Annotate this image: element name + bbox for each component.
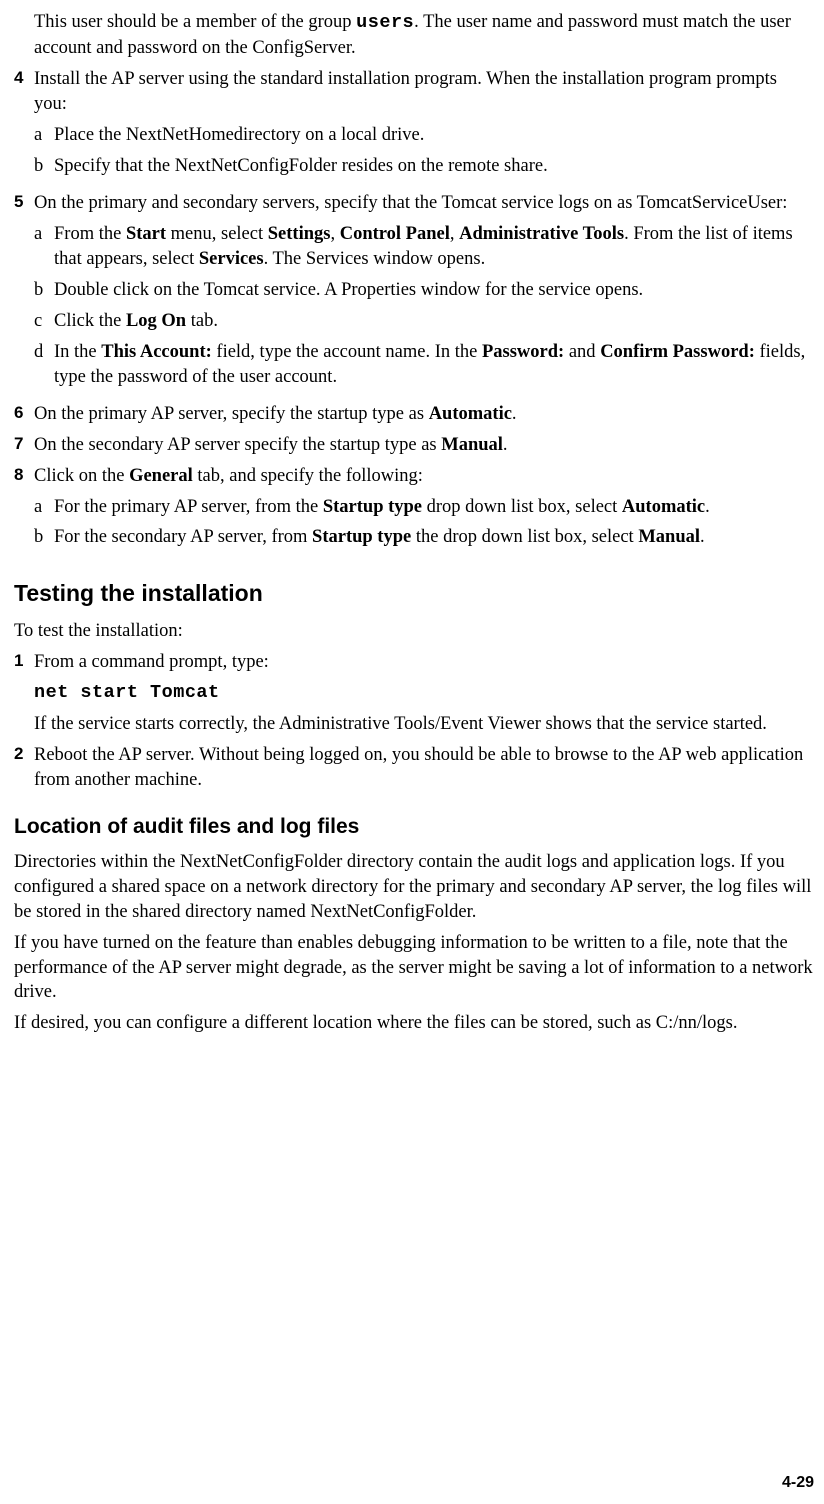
text: Place the NextNetHomedirectory on a loca… xyxy=(54,123,814,148)
marker: d xyxy=(34,340,54,390)
step-intro: Install the AP server using the standard… xyxy=(34,69,777,114)
marker: b xyxy=(34,525,54,550)
step-number: 2 xyxy=(14,743,34,793)
main-steps: 4 Install the AP server using the standa… xyxy=(14,67,814,557)
location-para-3: If desired, you can configure a differen… xyxy=(14,1011,814,1036)
sub-steps: a Place the NextNetHomedirectory on a lo… xyxy=(34,123,814,179)
marker: c xyxy=(34,309,54,334)
text: In the This Account: field, type the acc… xyxy=(54,340,814,390)
sub-step-b: b Double click on the Tomcat service. A … xyxy=(34,278,814,303)
sub-step-d: d In the This Account: field, type the a… xyxy=(34,340,814,390)
marker: b xyxy=(34,278,54,303)
marker: a xyxy=(34,495,54,520)
marker: b xyxy=(34,154,54,179)
marker: a xyxy=(34,123,54,148)
sub-step-c: c Click the Log On tab. xyxy=(34,309,814,334)
text: From a command prompt, type: xyxy=(34,650,814,675)
step-number: 1 xyxy=(14,650,34,737)
text: For the secondary AP server, from Startu… xyxy=(54,525,814,550)
step-4: 4 Install the AP server using the standa… xyxy=(14,67,814,185)
text: From the Start menu, select Settings, Co… xyxy=(54,222,814,272)
step-intro: Click on the General tab, and specify th… xyxy=(34,466,423,486)
marker: a xyxy=(34,222,54,272)
test-step-1: 1 From a command prompt, type: net start… xyxy=(14,650,814,737)
sub-step-b: b For the secondary AP server, from Star… xyxy=(34,525,814,550)
step-6: 6 On the primary AP server, specify the … xyxy=(14,402,814,427)
testing-steps: 1 From a command prompt, type: net start… xyxy=(14,650,814,793)
text: This user should be a member of the grou… xyxy=(34,12,356,32)
sub-step-b: b Specify that the NextNetConfigFolder r… xyxy=(34,154,814,179)
location-para-1: Directories within the NextNetConfigFold… xyxy=(14,850,814,925)
code-users: users xyxy=(356,12,414,33)
step-8: 8 Click on the General tab, and specify … xyxy=(14,464,814,557)
text: Click the Log On tab. xyxy=(54,309,814,334)
text: Double click on the Tomcat service. A Pr… xyxy=(54,278,814,303)
text: Specify that the NextNetConfigFolder res… xyxy=(54,154,814,179)
step-number: 5 xyxy=(14,191,34,396)
top-paragraph: This user should be a member of the grou… xyxy=(34,10,814,61)
step-intro: On the primary and secondary servers, sp… xyxy=(34,193,787,213)
heading-testing: Testing the installation xyxy=(14,578,814,609)
step-number: 7 xyxy=(14,433,34,458)
heading-location: Location of audit files and log files xyxy=(14,813,814,841)
text: On the primary AP server, specify the st… xyxy=(34,402,814,427)
step-7: 7 On the secondary AP server specify the… xyxy=(14,433,814,458)
text: On the secondary AP server specify the s… xyxy=(34,433,814,458)
page-number: 4-29 xyxy=(782,1472,814,1494)
step-number: 8 xyxy=(14,464,34,557)
step-5: 5 On the primary and secondary servers, … xyxy=(14,191,814,396)
step-number: 4 xyxy=(14,67,34,185)
sub-steps: a From the Start menu, select Settings, … xyxy=(34,222,814,390)
step-number: 6 xyxy=(14,402,34,427)
test-step-2: 2 Reboot the AP server. Without being lo… xyxy=(14,743,814,793)
text: Reboot the AP server. Without being logg… xyxy=(34,743,814,793)
sub-step-a: a Place the NextNetHomedirectory on a lo… xyxy=(34,123,814,148)
text: For the primary AP server, from the Star… xyxy=(54,495,814,520)
sub-step-a: a For the primary AP server, from the St… xyxy=(34,495,814,520)
sub-steps: a For the primary AP server, from the St… xyxy=(34,495,814,551)
location-para-2: If you have turned on the feature than e… xyxy=(14,931,814,1006)
command: net start Tomcat xyxy=(34,681,814,706)
testing-intro: To test the installation: xyxy=(14,619,814,644)
text: If the service starts correctly, the Adm… xyxy=(34,712,814,737)
sub-step-a: a From the Start menu, select Settings, … xyxy=(34,222,814,272)
